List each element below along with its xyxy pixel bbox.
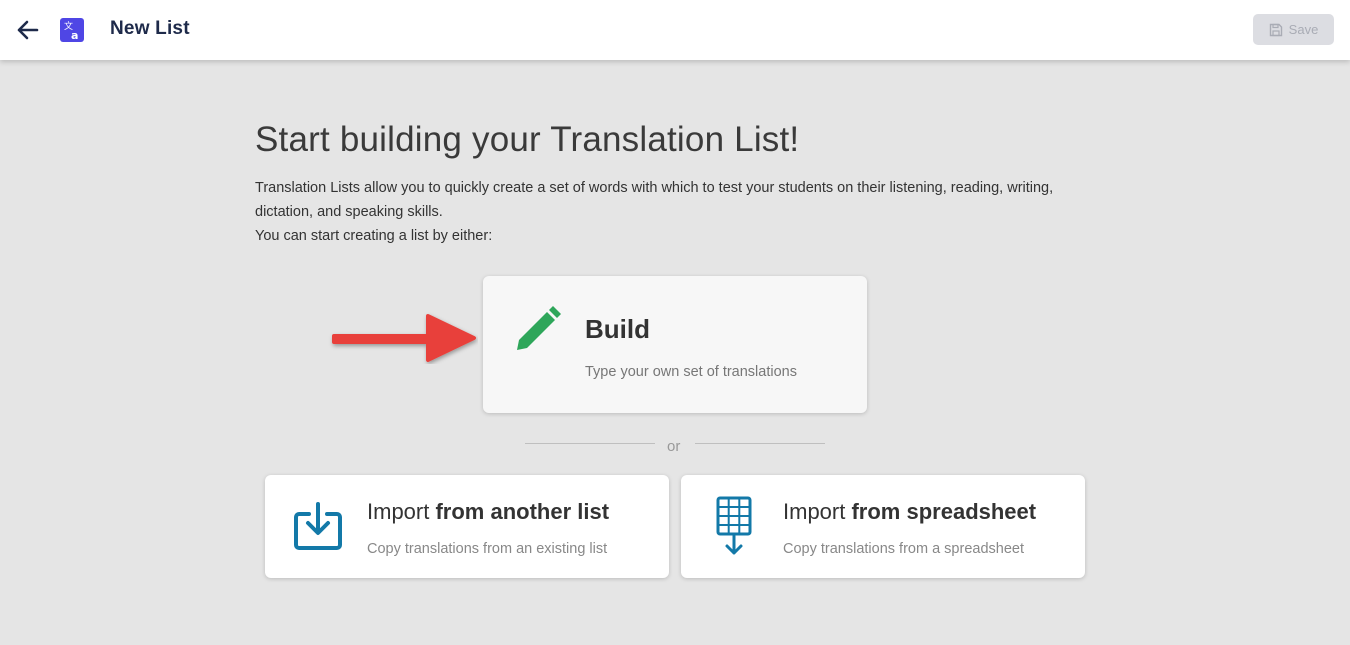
back-arrow-icon bbox=[17, 20, 39, 40]
top-bar: 文 a New List Save bbox=[0, 0, 1350, 60]
build-card[interactable]: Build Type your own set of translations bbox=[483, 276, 867, 413]
save-icon bbox=[1269, 23, 1282, 36]
intro-description: Translation Lists allow you to quickly c… bbox=[255, 176, 1105, 248]
separator-line-left bbox=[525, 443, 655, 444]
intro-section: Start building your Translation List! Tr… bbox=[255, 120, 1115, 248]
import-spreadsheet-title: Import from spreadsheet bbox=[783, 499, 1037, 524]
pointer-arrow-icon bbox=[332, 314, 476, 362]
separator-or: or bbox=[667, 438, 681, 455]
build-title: Build bbox=[585, 314, 650, 344]
separator-line-right bbox=[695, 443, 825, 444]
import-tray-icon bbox=[294, 502, 342, 550]
spreadsheet-icon bbox=[716, 496, 752, 555]
pencil-icon bbox=[517, 306, 561, 350]
import-list-card[interactable]: Import from another list Copy translatio… bbox=[265, 475, 669, 578]
page-heading: Start building your Translation List! bbox=[255, 120, 800, 159]
import-spreadsheet-card[interactable]: Import from spreadsheet Copy translation… bbox=[681, 475, 1085, 578]
import-spreadsheet-subtitle: Copy translations from a spreadsheet bbox=[783, 541, 1024, 557]
intro-description-line: Translation Lists allow you to quickly c… bbox=[255, 180, 1054, 220]
build-subtitle: Type your own set of translations bbox=[585, 364, 797, 380]
translate-icon: 文 a bbox=[60, 18, 84, 42]
save-button[interactable]: Save bbox=[1253, 14, 1334, 45]
intro-description-line: You can start creating a list by either: bbox=[255, 228, 493, 244]
back-button[interactable] bbox=[14, 16, 42, 44]
import-list-subtitle: Copy translations from an existing list bbox=[367, 541, 608, 557]
page-title: New List bbox=[110, 18, 190, 39]
save-label: Save bbox=[1288, 22, 1319, 37]
svg-text:a: a bbox=[71, 29, 78, 42]
import-list-title: Import from another list bbox=[367, 499, 610, 524]
